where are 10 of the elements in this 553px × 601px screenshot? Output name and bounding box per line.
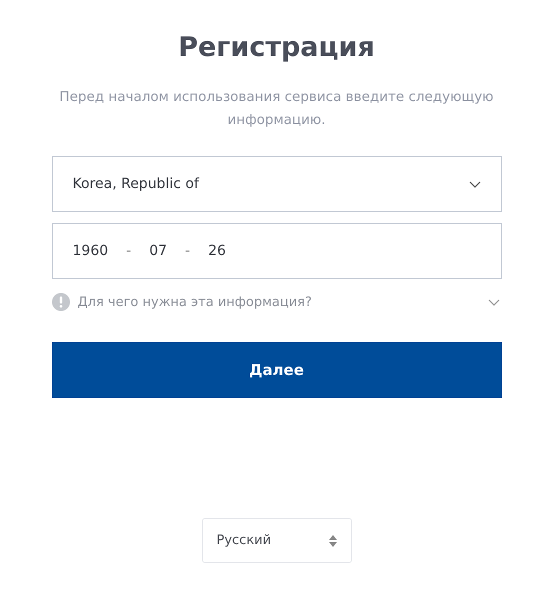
exclamation-icon xyxy=(52,293,70,311)
language-select[interactable]: Русский xyxy=(202,518,352,563)
next-button[interactable]: Далее xyxy=(52,342,502,398)
date-field[interactable]: 1960 - 07 - 26 xyxy=(52,223,502,279)
country-select[interactable]: Korea, Republic of xyxy=(52,156,502,212)
subtitle: Перед началом использования сервиса введите следующую информацию. xyxy=(58,88,495,130)
page-title: Регистрация xyxy=(177,31,376,65)
chevron-down-icon xyxy=(468,180,480,188)
sort-arrows-icon xyxy=(328,534,336,546)
chevron-down-icon xyxy=(488,298,500,306)
